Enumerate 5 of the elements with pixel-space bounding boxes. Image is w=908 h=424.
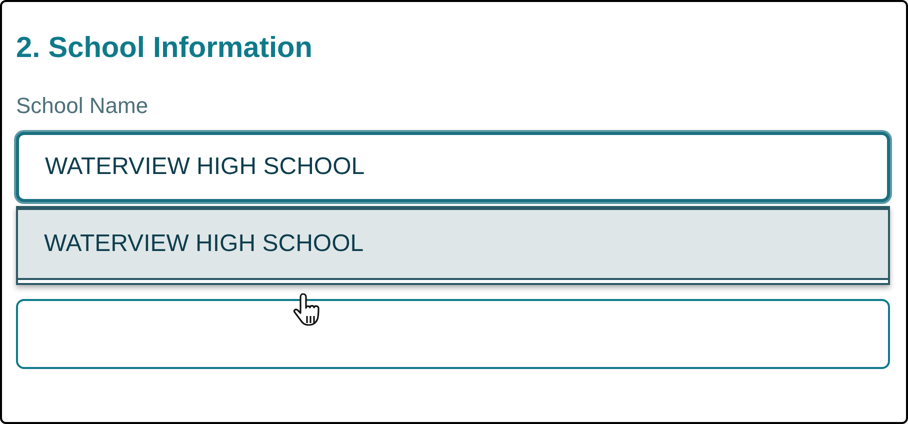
section-title: 2. School Information bbox=[16, 31, 312, 66]
suggestion-item[interactable]: WATERVIEW HIGH SCHOOL bbox=[18, 210, 888, 280]
field-label: School Name bbox=[16, 92, 148, 120]
text-field[interactable] bbox=[16, 299, 890, 369]
school-name-field[interactable]: WATERVIEW HIGH SCHOOL bbox=[16, 132, 890, 202]
